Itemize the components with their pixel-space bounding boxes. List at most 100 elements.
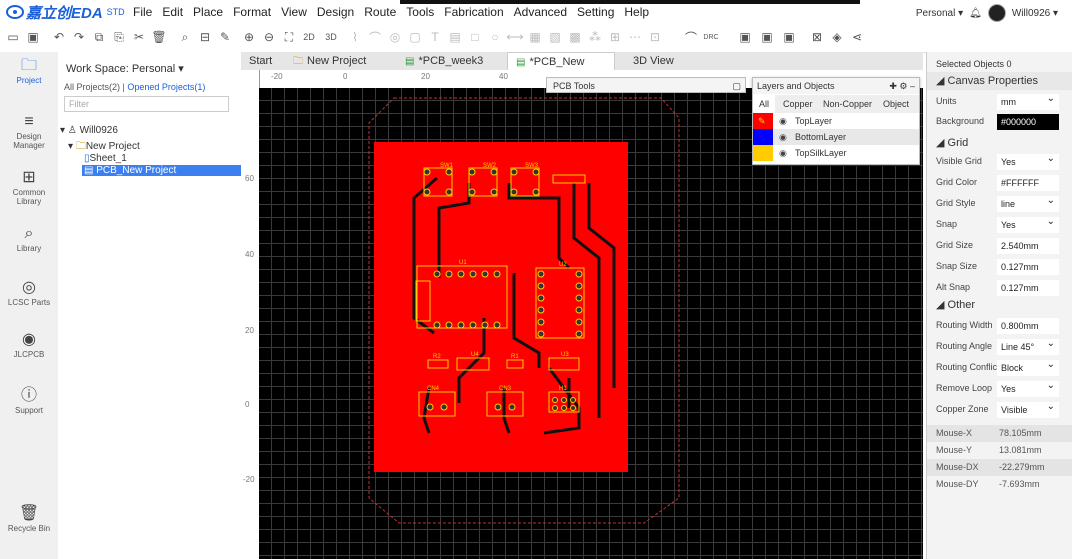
menu-design[interactable]: Design xyxy=(312,4,359,20)
snap-size-input[interactable]: 0.127mm xyxy=(997,259,1059,275)
filter-input[interactable]: Filter xyxy=(64,96,229,112)
menu-help[interactable]: Help xyxy=(619,4,654,20)
menu-route[interactable]: Route xyxy=(359,4,401,20)
zoom-out-icon[interactable]: ⊖ xyxy=(260,28,278,46)
layer-row-bottom[interactable]: ◉ BottomLayer xyxy=(753,129,919,145)
opened-projects-link[interactable]: Opened Projects(1) xyxy=(127,82,205,92)
menu-setting[interactable]: Setting xyxy=(572,4,619,20)
rail-support[interactable]: ⓘ Support xyxy=(0,386,58,415)
menu-tools[interactable]: Tools xyxy=(401,4,439,20)
background-input[interactable]: #000000 xyxy=(997,114,1059,130)
view-3d-button[interactable]: 3D xyxy=(322,28,340,46)
layer-silk-icon[interactable]: ▣ xyxy=(780,28,798,46)
view-2d-button[interactable]: 2D xyxy=(300,28,318,46)
grid-style-select[interactable]: line xyxy=(997,193,1059,212)
rail-common-library[interactable]: ⊞ Common Library xyxy=(0,168,58,206)
visible-grid-select[interactable]: Yes xyxy=(997,151,1059,170)
place-via-icon[interactable]: ◎ xyxy=(386,28,404,46)
app-logo[interactable]: 嘉立创EDA STD xyxy=(6,3,125,22)
workspace-switch[interactable]: Personal ▾ xyxy=(916,8,963,19)
units-select[interactable]: mm xyxy=(997,91,1059,110)
fit-icon[interactable]: ⛶ xyxy=(280,28,298,46)
place-net-icon[interactable]: ⋯ xyxy=(626,28,644,46)
remove-loop-select[interactable]: Yes xyxy=(997,378,1059,397)
place-array-icon[interactable]: ⁂ xyxy=(586,28,604,46)
layers-tab-object[interactable]: Object xyxy=(883,95,909,113)
layers-tab-non-copper[interactable]: Non-Copper xyxy=(823,95,872,113)
layers-icon[interactable]: ◈ xyxy=(828,28,846,46)
cut-icon[interactable]: ✂ xyxy=(130,28,148,46)
tree-sheet[interactable]: ▯Sheet_1 xyxy=(84,153,127,164)
pin-icon[interactable]: ✚ ⚙ – xyxy=(889,78,915,94)
menu-fabrication[interactable]: Fabrication xyxy=(439,4,508,20)
place-image-icon[interactable]: ▤ xyxy=(446,28,464,46)
alt-snap-input[interactable]: 0.127mm xyxy=(997,280,1059,296)
layer-row-top[interactable]: ✎ ◉ TopLayer xyxy=(753,113,919,129)
brush-icon[interactable]: ✎ xyxy=(216,28,234,46)
place-hole-icon[interactable]: ○ xyxy=(486,28,504,46)
copper-zone-select[interactable]: Visible xyxy=(997,399,1059,418)
menu-advanced[interactable]: Advanced xyxy=(509,4,572,20)
eye-icon[interactable]: ◉ xyxy=(779,145,787,161)
share-icon[interactable]: ⋖ xyxy=(848,28,866,46)
user-name[interactable]: Will0926 ▾ xyxy=(1012,8,1058,19)
layer-color-swatch[interactable] xyxy=(753,145,773,161)
layer-color-swatch[interactable]: ✎ xyxy=(753,113,773,129)
rail-design-manager[interactable]: ≡ Design Manager xyxy=(0,112,58,150)
maximize-icon[interactable]: ▢ xyxy=(732,78,741,94)
undo-icon[interactable]: ↶ xyxy=(50,28,68,46)
tab-start[interactable]: Start xyxy=(241,52,281,70)
search-icon[interactable]: ⌕ xyxy=(176,28,194,46)
rail-recycle-bin[interactable]: 🗑︎ Recycle Bin xyxy=(0,504,58,533)
place-rect-icon[interactable]: □ xyxy=(466,28,484,46)
eye-icon[interactable]: ◉ xyxy=(779,113,787,129)
new-file-icon[interactable]: ▭ xyxy=(4,28,22,46)
grid-size-input[interactable]: 2.540mm xyxy=(997,238,1059,254)
copy-icon[interactable]: ⧉ xyxy=(90,28,108,46)
menu-format[interactable]: Format xyxy=(228,4,276,20)
place-solid-icon[interactable]: ▩ xyxy=(566,28,584,46)
grid-title[interactable]: ◢ Grid xyxy=(927,134,1072,152)
place-copper-icon[interactable]: ▦ xyxy=(526,28,544,46)
menu-file[interactable]: File xyxy=(128,4,157,20)
tab-pcb-week3[interactable]: ▤ *PCB_week3 xyxy=(397,52,501,70)
workspace-selector[interactable]: Work Space: Personal ▾ xyxy=(66,62,184,75)
eye-icon[interactable]: ◉ xyxy=(779,129,787,145)
rail-lcsc[interactable]: ◎ LCSC Parts xyxy=(0,278,58,307)
route-icon[interactable]: ⌒ xyxy=(682,28,700,46)
layer-color-swatch[interactable] xyxy=(753,129,773,145)
place-track-icon[interactable]: ⌇ xyxy=(346,28,364,46)
tab-3d-view[interactable]: 3D View xyxy=(625,52,685,70)
redo-icon[interactable]: ↷ xyxy=(70,28,88,46)
align-icon[interactable]: ⊟ xyxy=(196,28,214,46)
tree-owner[interactable]: ▾ ♙ Will0926 xyxy=(60,125,118,136)
grid-color-input[interactable]: #FFFFFF xyxy=(997,175,1059,191)
tree-pcb[interactable]: ▤ PCB_New Project xyxy=(82,165,241,176)
place-label-icon[interactable]: ⊡ xyxy=(646,28,664,46)
place-text-icon[interactable]: T xyxy=(426,28,444,46)
rail-library[interactable]: ⌕ Library xyxy=(0,224,58,253)
place-pad-icon[interactable]: ▢ xyxy=(406,28,424,46)
menu-view[interactable]: View xyxy=(276,4,312,20)
avatar[interactable] xyxy=(987,4,1006,22)
layer-row-silk[interactable]: ◉ TopSilkLayer xyxy=(753,145,919,161)
rail-jlcpcb[interactable]: ◉ JLCPCB xyxy=(0,330,58,359)
other-title[interactable]: ◢ Other xyxy=(927,296,1072,314)
snap-select[interactable]: Yes xyxy=(997,214,1059,233)
menu-edit[interactable]: Edit xyxy=(157,4,188,20)
routing-conflict-select[interactable]: Block xyxy=(997,357,1059,376)
layers-tab-all[interactable]: All xyxy=(753,95,776,113)
tab-new-project[interactable]: 🗀 New Project xyxy=(285,52,391,70)
routing-width-input[interactable]: 0.800mm xyxy=(997,318,1059,334)
layer-top-icon[interactable]: ▣ xyxy=(736,28,754,46)
routing-angle-select[interactable]: Line 45° xyxy=(997,336,1059,355)
layers-tab-copper[interactable]: Copper xyxy=(783,95,813,113)
place-arc-icon[interactable]: ⌒ xyxy=(366,28,384,46)
save-icon[interactable]: ▣ xyxy=(24,28,42,46)
layer-bottom-icon[interactable]: ▣ xyxy=(758,28,776,46)
image-icon[interactable]: ⊠ xyxy=(808,28,826,46)
all-projects-link[interactable]: All Projects(2) xyxy=(64,82,120,92)
rail-project[interactable]: 🗀 Project xyxy=(0,56,58,85)
tab-pcb-new-project[interactable]: ▤*PCB_New Project xyxy=(507,52,615,87)
delete-icon[interactable]: 🗑︎ xyxy=(150,28,168,46)
